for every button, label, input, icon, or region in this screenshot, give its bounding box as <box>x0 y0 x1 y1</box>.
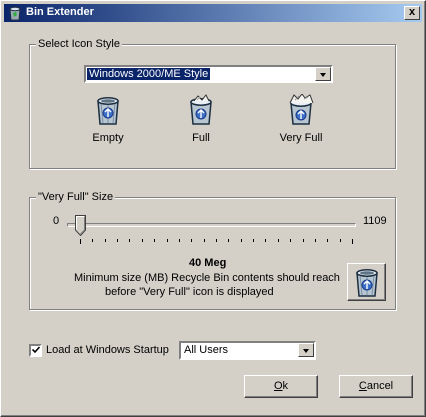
chevron-down-icon[interactable] <box>298 343 314 357</box>
size-slider-track[interactable] <box>67 223 356 227</box>
slider-tick <box>327 239 328 242</box>
recycle-bin-very-full-icon <box>289 94 314 125</box>
checkmark-icon <box>32 346 40 354</box>
load-at-startup-label[interactable]: Load at Windows Startup <box>46 344 169 356</box>
size-description-line-2: before "Very Full" icon is displayed <box>105 286 274 298</box>
window-title: Bin Extender <box>26 6 94 18</box>
slider-tick <box>129 239 130 242</box>
slider-tick <box>216 239 217 242</box>
slider-tick <box>340 239 341 242</box>
slider-tick <box>278 239 279 242</box>
icon-style-select[interactable]: Windows 2000/ME Style <box>84 65 333 83</box>
slider-tick <box>241 239 242 242</box>
slider-tick <box>303 239 304 242</box>
ok-button-label: Ok <box>273 380 289 392</box>
slider-tick <box>290 239 291 242</box>
title-bar[interactable]: Bin Extender x <box>4 4 422 22</box>
icon-style-legend: Select Icon Style <box>36 38 122 50</box>
slider-max-label: 1109 <box>363 215 387 227</box>
icon-option-label: Full <box>192 132 210 144</box>
icon-style-selected-value: Windows 2000/ME Style <box>87 68 211 80</box>
slider-tick <box>154 239 155 242</box>
ok-button[interactable]: Ok <box>244 375 318 398</box>
icon-option-empty: Empty <box>68 94 148 144</box>
recycle-bin-app-icon <box>9 6 21 21</box>
cancel-button-label: Cancel <box>358 380 394 392</box>
slider-tick <box>142 239 143 242</box>
slider-tick <box>117 239 118 242</box>
icon-option-label: Empty <box>92 132 124 144</box>
recycle-bin-empty-icon <box>356 269 378 297</box>
icon-option-full: Full <box>161 94 241 144</box>
recycle-bin-full-icon <box>190 94 212 125</box>
chevron-down-icon[interactable] <box>315 67 331 81</box>
preview-icon-button[interactable] <box>347 263 386 301</box>
recycle-bin-empty-icon <box>97 97 119 125</box>
users-select[interactable]: All Users <box>179 341 316 360</box>
slider-tick <box>191 239 192 242</box>
slider-min-label: 0 <box>53 215 60 227</box>
size-value-label: 40 Meg <box>189 257 227 269</box>
slider-tick <box>265 239 266 242</box>
slider-ticks <box>80 239 353 245</box>
users-selected-value: All Users <box>184 344 229 356</box>
load-at-startup-checkbox[interactable] <box>29 344 42 357</box>
icon-option-label: Very Full <box>279 132 323 144</box>
icon-option-very-full: Very Full <box>261 94 341 144</box>
slider-tick <box>204 239 205 242</box>
slider-tick <box>228 239 229 242</box>
slider-tick <box>92 239 93 242</box>
cancel-button[interactable]: Cancel <box>339 375 413 398</box>
size-slider-thumb[interactable] <box>75 215 86 236</box>
slider-tick <box>253 239 254 242</box>
slider-tick <box>352 239 353 244</box>
size-description-line-1: Minimum size (MB) Recycle Bin contents s… <box>74 272 340 284</box>
close-icon: x <box>408 6 416 18</box>
bin-extender-window: Bin Extender x Select Icon Style Windows… <box>0 0 426 417</box>
slider-tick <box>315 239 316 242</box>
slider-tick <box>105 239 106 242</box>
close-button[interactable]: x <box>404 6 420 20</box>
slider-tick <box>179 239 180 242</box>
slider-tick <box>167 239 168 242</box>
slider-tick <box>80 239 81 244</box>
very-full-size-legend: "Very Full" Size <box>36 191 116 203</box>
